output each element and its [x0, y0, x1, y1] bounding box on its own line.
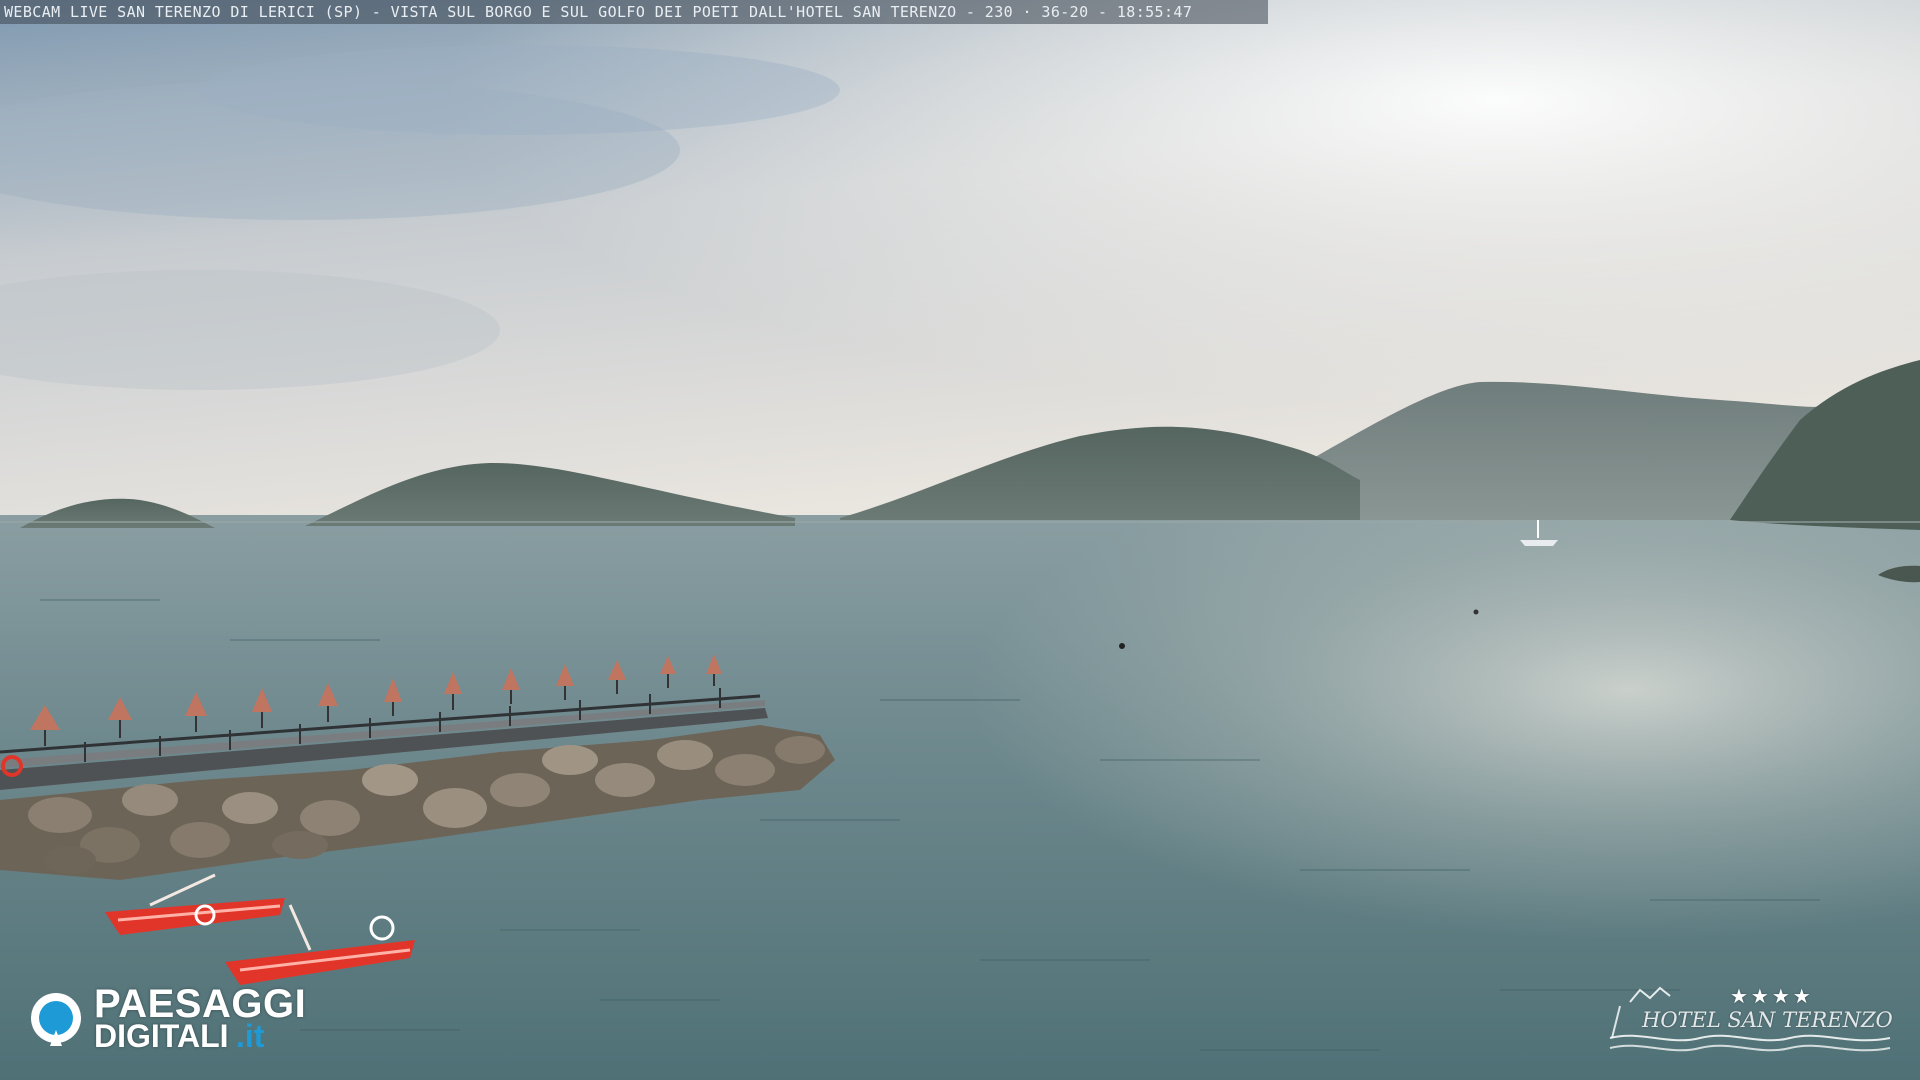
- logo-word-digitali: DIGITALI: [94, 1018, 229, 1054]
- buoy: [1473, 609, 1479, 615]
- webcam-caption: WEBCAM LIVE SAN TERENZO DI LERICI (SP) -…: [0, 0, 1268, 24]
- hotel-stars: ★★★★: [1730, 984, 1814, 1008]
- webcam-frame: WEBCAM LIVE SAN TERENZO DI LERICI (SP) -…: [0, 0, 1920, 1080]
- buoy: [1119, 643, 1125, 649]
- webcam-scene: [0, 0, 1920, 1080]
- cloud: [200, 45, 840, 135]
- camera-lens-icon: [31, 993, 81, 1046]
- paesaggi-digitali-logo[interactable]: PAESAGGI DIGITALI .it: [28, 982, 338, 1058]
- logo-word-domain: .it: [236, 1018, 265, 1054]
- hotel-san-terenzo-logo: ★★★★ HOTEL SAN TERENZO: [1600, 972, 1900, 1060]
- hotel-name: HOTEL SAN TERENZO: [1642, 1008, 1893, 1032]
